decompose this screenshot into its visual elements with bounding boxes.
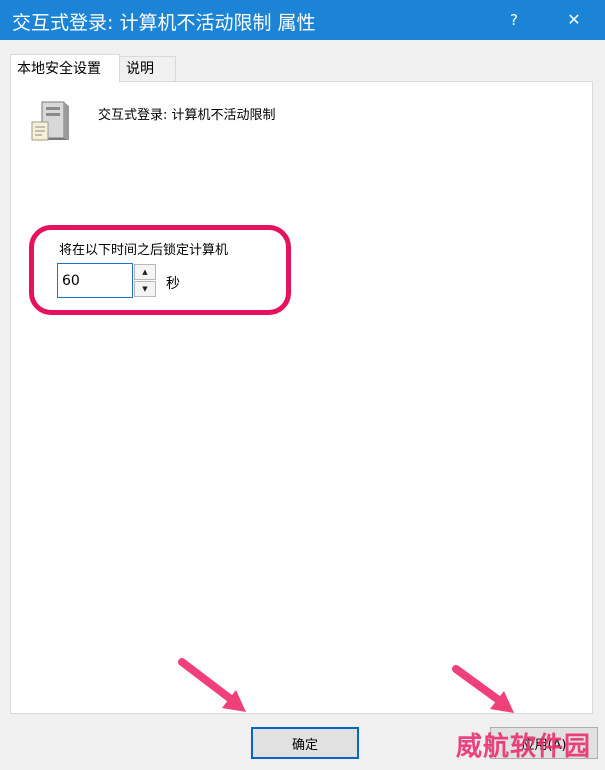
highlight-annotation	[29, 225, 291, 315]
ok-button[interactable]: 确定	[251, 727, 359, 759]
server-icon	[28, 98, 72, 148]
arrow-to-apply-icon	[452, 665, 514, 713]
window-title: 交互式登录: 计算机不活动限制 属性	[12, 12, 316, 34]
watermark-text: 威航软件园	[456, 732, 592, 762]
policy-name: 交互式登录: 计算机不活动限制	[98, 108, 276, 123]
tab-panel	[10, 81, 593, 714]
help-button[interactable]: ?	[496, 4, 532, 36]
tab-explain[interactable]: 说明	[119, 56, 176, 82]
close-button[interactable]: ✕	[556, 4, 592, 36]
arrow-to-ok-icon	[178, 658, 246, 712]
title-bar: 交互式登录: 计算机不活动限制 属性 ? ✕	[0, 0, 605, 40]
tab-local-security-setting[interactable]: 本地安全设置	[10, 54, 120, 82]
